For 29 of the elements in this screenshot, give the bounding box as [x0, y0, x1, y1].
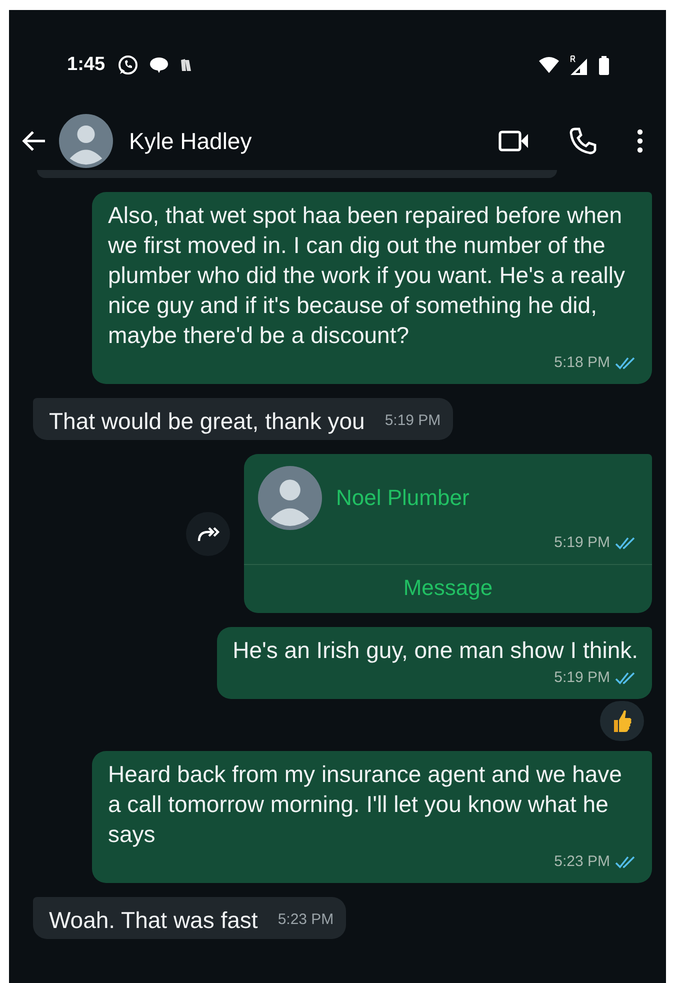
video-call-icon[interactable] [498, 129, 530, 153]
contact-card-name: Noel Plumber [336, 484, 470, 512]
wifi-icon [538, 56, 560, 74]
message-text: Also, that wet spot haa been repaired before when we first moved in. I can dig out the number of the plumber who did the work if you want. He's a really nice guy and if it's because of something he did, maybe there'd be a discount? [108, 202, 626, 348]
phone-call-icon[interactable] [568, 126, 598, 156]
more-options-icon[interactable] [636, 128, 644, 154]
avatar-icon [258, 466, 322, 530]
signal-icon [570, 55, 588, 75]
message-time: 5:18 PM [554, 353, 610, 373]
message-icon [149, 56, 170, 74]
message-time: 5:19 PM [554, 533, 610, 553]
message-text: Heard back from my insurance agent and we have a call tomorrow morning. I'll let you know what he says [108, 761, 622, 847]
battery-icon [598, 55, 610, 75]
back-arrow-icon[interactable] [21, 130, 47, 152]
message-time: 5:19 PM [384, 411, 441, 431]
message-text: He's an Irish guy, one man show I think. [232, 637, 638, 663]
message-text: That would be great, thank you [49, 407, 365, 436]
contact-name[interactable]: Kyle Hadley [129, 128, 252, 154]
thumbs-up-icon[interactable] [600, 701, 644, 741]
avatar-icon [59, 114, 113, 168]
message-button[interactable]: Message [244, 564, 652, 613]
forward-icon[interactable] [186, 512, 230, 556]
chat-bubble-icon [117, 54, 140, 76]
message-text: Woah. That was fast [49, 906, 258, 935]
status-time: 1:45 [67, 54, 106, 76]
cards-icon [179, 57, 194, 73]
message-time: 5:23 PM [554, 852, 610, 872]
message-time: 5:19 PM [554, 668, 610, 688]
message-time: 5:23 PM [278, 910, 334, 930]
